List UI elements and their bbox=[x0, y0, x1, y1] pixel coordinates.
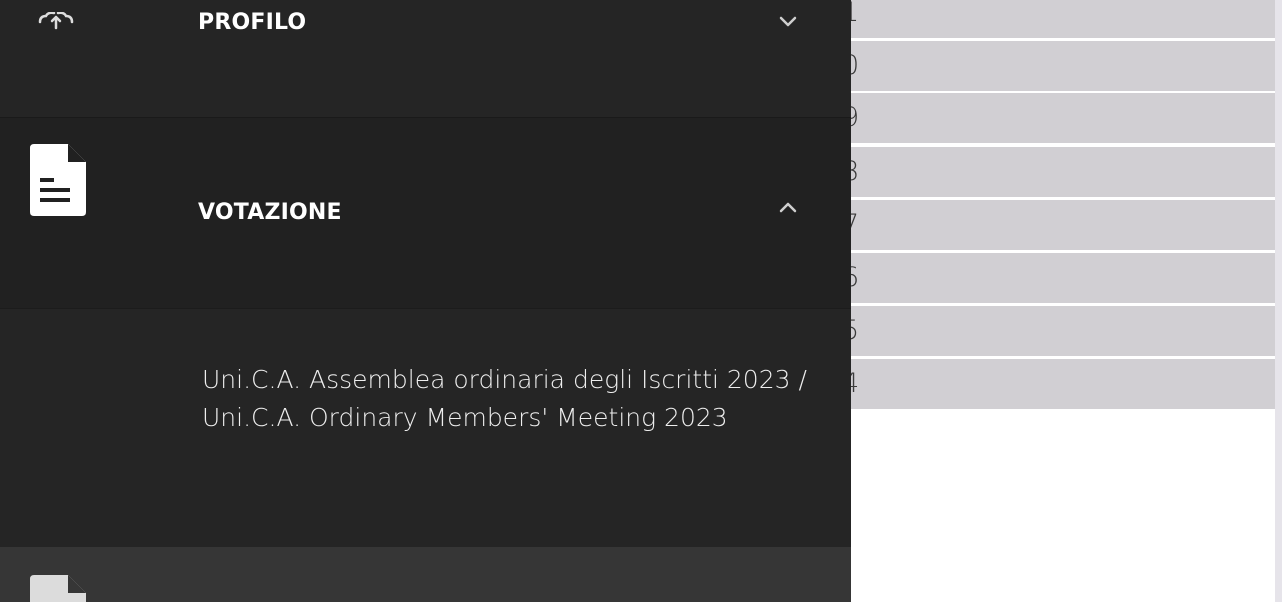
list-row[interactable]: 4 bbox=[851, 359, 1275, 409]
list-row[interactable]: 7 bbox=[851, 200, 1275, 250]
list-row[interactable]: 5 bbox=[851, 306, 1275, 356]
document-icon bbox=[30, 575, 86, 602]
submenu-item-assemblea-2023[interactable]: Uni.C.A. Assemblea ordinaria degli Iscri… bbox=[202, 361, 832, 437]
document-icon bbox=[30, 144, 86, 216]
section-title: VOTAZIONE bbox=[198, 200, 342, 225]
sidebar-menu: PROFILO VOTAZIONE Uni.C.A. Assemblea ord… bbox=[0, 0, 851, 602]
section-title: PROFILO bbox=[198, 10, 307, 35]
list-row[interactable]: 8 bbox=[851, 147, 1275, 197]
list-row[interactable]: 6 bbox=[851, 253, 1275, 303]
cloud-upload-icon bbox=[38, 12, 74, 30]
sidebar-item-profilo[interactable]: PROFILO bbox=[0, 0, 851, 118]
chevron-down-icon[interactable] bbox=[778, 14, 798, 28]
list-row[interactable]: 1 bbox=[851, 0, 1275, 38]
scroll-edge bbox=[1275, 0, 1282, 602]
chevron-up-icon[interactable] bbox=[778, 201, 798, 215]
app-root: 1 0 9 8 7 6 5 4 PROFILO bbox=[0, 0, 1282, 602]
list-row[interactable]: 9 bbox=[851, 93, 1275, 143]
sidebar-item-votazione[interactable]: VOTAZIONE bbox=[0, 118, 851, 309]
votazione-submenu: Uni.C.A. Assemblea ordinaria degli Iscri… bbox=[0, 309, 851, 547]
list-row[interactable]: 0 bbox=[851, 41, 1275, 91]
sidebar-item-next[interactable] bbox=[0, 547, 851, 602]
